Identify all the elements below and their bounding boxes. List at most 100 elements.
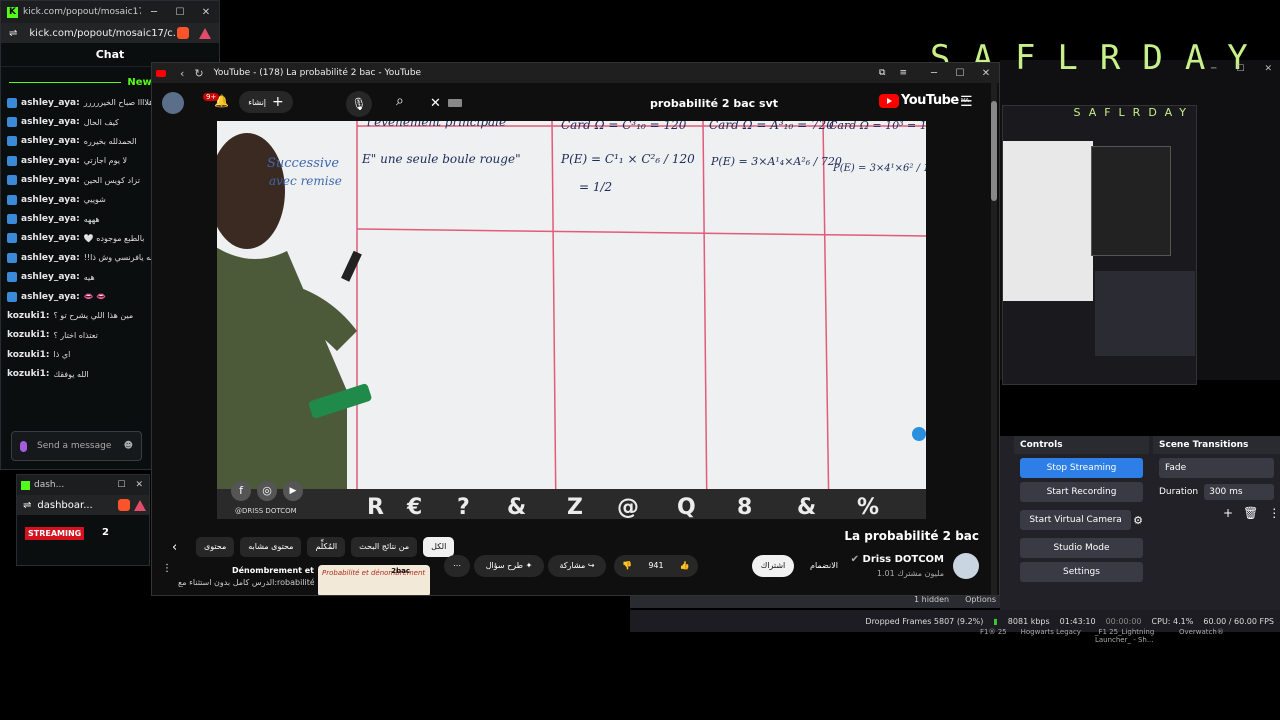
close-icon[interactable]: ✕ [1264, 64, 1272, 78]
extensions-icon[interactable]: ⧉ [879, 68, 885, 78]
url-text[interactable]: dashboar... [37, 500, 118, 511]
chip-all[interactable]: الكل [423, 537, 455, 557]
chat-username[interactable]: kozuki1: [7, 350, 50, 360]
account-avatar[interactable] [162, 92, 184, 114]
recommended-subtitle[interactable]: الدرس كامل بدون استثناء مع:robabilité... [178, 578, 314, 587]
ask-label[interactable]: طرح سؤال [486, 561, 523, 570]
plus-icon[interactable]: + [272, 94, 284, 110]
taskbar-item[interactable]: Hogwarts Legacy [1021, 628, 1081, 644]
create-label[interactable]: إنشاء [248, 98, 266, 107]
recommended-thumbnail[interactable]: Probabilité et dénombrement 2bac [318, 565, 430, 595]
chat-username[interactable]: kozuki1: [7, 330, 50, 340]
join-button[interactable]: الانضمام [800, 555, 848, 577]
brave-rewards-icon[interactable] [134, 499, 146, 511]
start-recording-button[interactable]: Start Recording [1020, 482, 1143, 502]
chat-username[interactable]: ashley_aya: [21, 214, 80, 224]
brave-shield-icon[interactable] [118, 499, 130, 511]
obs-preview[interactable]: SAFLRDAY [1002, 105, 1197, 385]
address-bar[interactable]: ⇌ dashboar... [17, 495, 149, 515]
maximize-icon[interactable]: ☐ [167, 7, 193, 18]
taskbar-item[interactable]: _F1 25_Lightning Launcher_ - Sh... [1095, 628, 1165, 644]
more-icon[interactable]: ⋮ [1268, 506, 1280, 520]
chip-content[interactable]: محتوى [196, 537, 235, 557]
chat-username[interactable]: ashley_aya: [21, 195, 80, 205]
taskbar-item[interactable]: Overwatch® [1179, 628, 1224, 644]
page-scrollbar[interactable] [991, 83, 997, 595]
taskbar-item[interactable]: F1® 25 [980, 628, 1007, 644]
like-icon[interactable]: 👍 [680, 555, 690, 577]
maximize-icon[interactable]: ☐ [1236, 64, 1244, 78]
chips-scroll-left-icon[interactable]: ‹ [172, 540, 177, 555]
site-info-icon[interactable]: ⇌ [9, 28, 17, 39]
voice-search-icon[interactable]: 🎙 [346, 91, 372, 117]
start-virtual-camera-button[interactable]: Start Virtual Camera [1020, 510, 1132, 530]
share-button[interactable]: مشاركة ↪ [548, 555, 606, 577]
send-placeholder[interactable]: Send a message [37, 441, 124, 451]
obs-window-controls[interactable]: ─ ☐ ✕ [1000, 64, 1280, 78]
add-transition-icon[interactable]: + [1223, 506, 1233, 520]
chat-username[interactable]: ashley_aya: [21, 272, 80, 282]
close-icon[interactable]: ✕ [135, 480, 143, 490]
scrollbar-thumb[interactable] [991, 101, 997, 201]
close-icon[interactable]: ✕ [973, 68, 999, 79]
more-actions-button[interactable]: ⋯ [444, 555, 470, 577]
close-icon[interactable]: ✕ [193, 7, 219, 18]
brave-rewards-icon[interactable] [199, 27, 211, 39]
emoji-icon[interactable]: ☻ [124, 441, 133, 451]
subscribe-button[interactable]: اشتراك [752, 555, 794, 577]
social-icons: f ◎ ▶ [231, 481, 303, 501]
maximize-icon[interactable]: ☐ [947, 68, 973, 79]
chat-text: الحمدلله بخيرره [83, 136, 137, 146]
minimize-icon[interactable]: ─ [1211, 64, 1216, 78]
chat-username[interactable]: ashley_aya: [21, 156, 80, 166]
transition-select[interactable]: Fade [1159, 458, 1274, 478]
chat-username[interactable]: ashley_aya: [21, 253, 80, 263]
share-label[interactable]: مشاركة [559, 561, 585, 570]
recommended-title[interactable]: Dénombrement et [178, 566, 314, 575]
send-message-input[interactable]: Send a message ☻ [11, 431, 142, 461]
hamburger-menu-icon[interactable]: ☰ [960, 94, 973, 110]
chat-username[interactable]: ashley_aya: [21, 136, 80, 146]
ask-button[interactable]: طرح سؤال ✦ [474, 555, 544, 577]
keyboard-icon[interactable] [448, 99, 462, 107]
chat-username[interactable]: ashley_aya: [21, 98, 80, 108]
search-icon[interactable]: ⌕ [396, 93, 404, 109]
chat-username[interactable]: ashley_aya: [21, 175, 80, 185]
create-button[interactable]: إنشاء + [239, 91, 293, 113]
duration-field[interactable]: 300 ms [1204, 484, 1274, 500]
stop-streaming-button[interactable]: Stop Streaming [1020, 458, 1143, 478]
more-options-icon[interactable]: ⋮ [162, 563, 172, 574]
gear-icon[interactable]: ⚙ [1133, 514, 1143, 527]
like-dislike-button[interactable]: 👎 941 👍 [614, 555, 698, 577]
chip-similar[interactable]: محتوى مشابه [240, 537, 302, 557]
microphone-icon[interactable] [20, 440, 27, 452]
delete-transition-icon[interactable]: 🗑 [1243, 506, 1258, 520]
chat-username[interactable]: kozuki1: [7, 311, 50, 321]
chip-search-results[interactable]: من نتائج البحث [351, 537, 418, 557]
channel-name[interactable]: ✔ Driss DOTCOM [851, 554, 944, 565]
studio-mode-button[interactable]: Studio Mode [1020, 538, 1143, 558]
chat-username[interactable]: ashley_aya: [21, 117, 80, 127]
youtube-logo[interactable]: YouTube MA [879, 93, 969, 108]
chip-speaker[interactable]: المُكلِّم [307, 537, 346, 557]
dislike-icon[interactable]: 👎 [622, 555, 632, 577]
chat-username[interactable]: kozuki1: [7, 369, 50, 379]
search-value[interactable]: probabilité 2 bac svt [650, 97, 778, 110]
chat-username[interactable]: ashley_aya: [21, 292, 80, 302]
maximize-icon[interactable]: ☐ [117, 480, 125, 490]
reload-icon[interactable]: ↻ [194, 67, 203, 80]
clear-search-icon[interactable]: ✕ [430, 96, 441, 111]
chat-username[interactable]: ashley_aya: [21, 233, 80, 243]
menu-icon[interactable]: ≡ [899, 68, 907, 78]
minimize-icon[interactable]: ─ [141, 7, 167, 18]
video-player[interactable]: R €? & Z @ Q 8 &% Successive avec remise l'év… [217, 121, 926, 519]
settings-button[interactable]: Settings [1020, 562, 1143, 582]
channel-avatar[interactable] [953, 553, 979, 579]
back-icon[interactable]: ‹ [180, 67, 184, 80]
site-info-icon[interactable]: ⇌ [23, 500, 31, 511]
brave-shield-icon[interactable] [177, 27, 189, 39]
search-input[interactable]: ✕ probabilité 2 bac svt [428, 93, 778, 113]
minimize-icon[interactable]: ─ [921, 68, 947, 79]
address-bar[interactable]: ⇌ kick.com/popout/mosaic17/c... [1, 23, 219, 43]
url-text[interactable]: kick.com/popout/mosaic17/c... [29, 28, 177, 39]
